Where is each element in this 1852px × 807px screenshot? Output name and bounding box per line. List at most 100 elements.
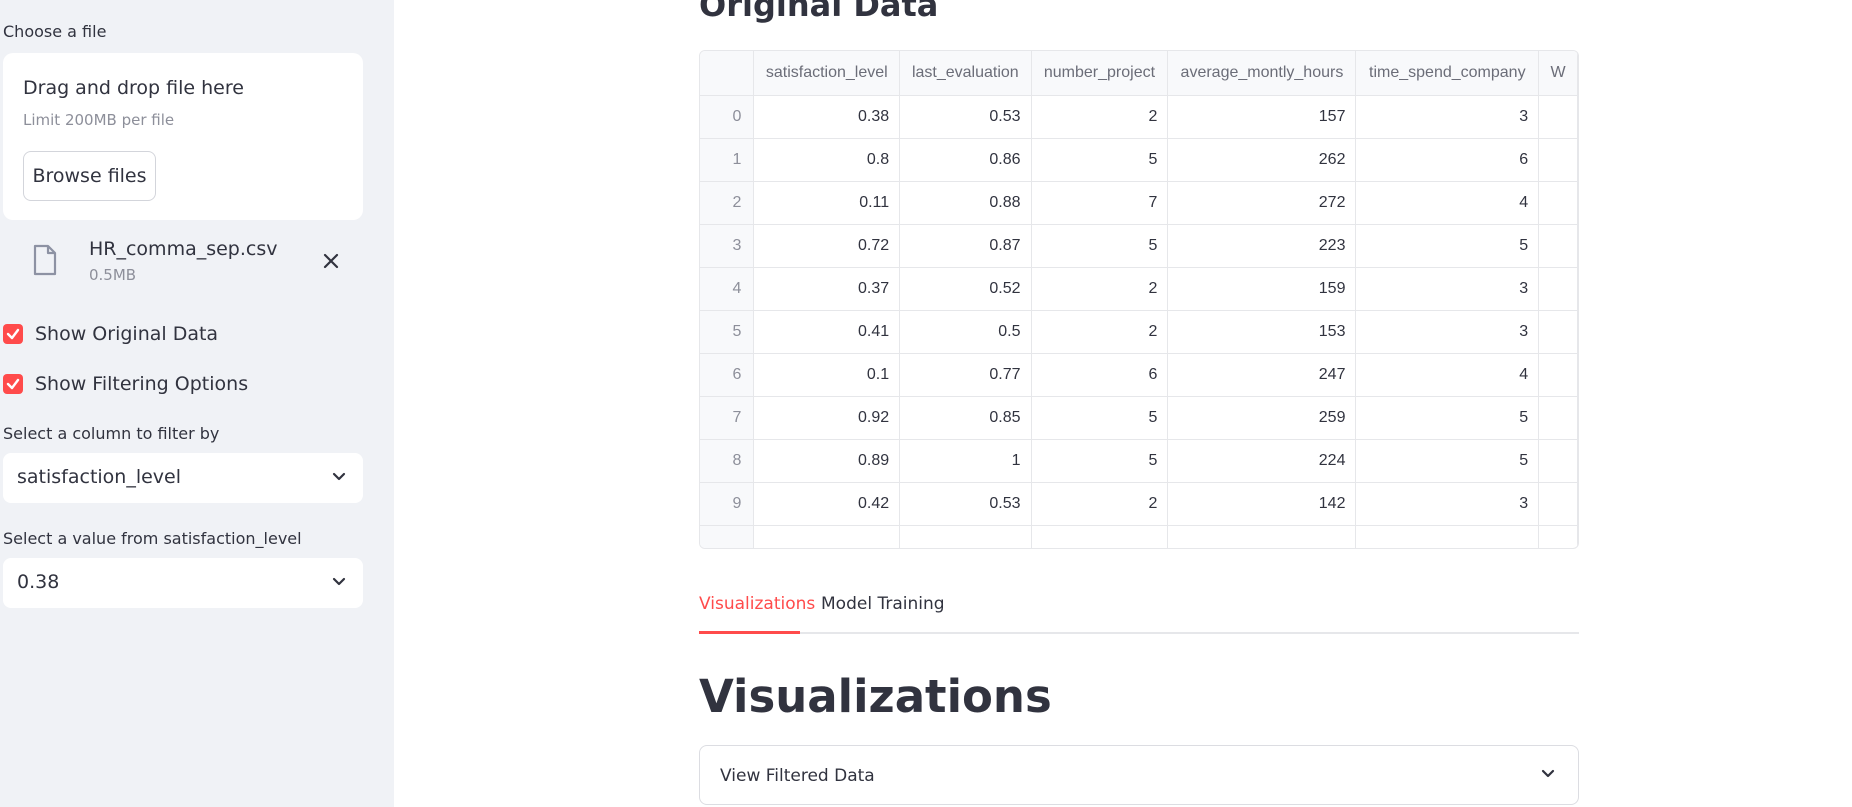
table-cell[interactable]: 0.85 xyxy=(899,396,1032,440)
table-cell[interactable]: 2 xyxy=(1031,267,1169,311)
table-row[interactable]: 6 0.1 0.77 6 247 4 xyxy=(700,353,1578,397)
row-index[interactable]: 3 xyxy=(700,224,755,268)
table-cell[interactable]: 0.77 xyxy=(899,353,1032,397)
table-cell[interactable] xyxy=(1538,482,1578,526)
table-cell[interactable] xyxy=(1355,525,1540,548)
table-cell[interactable]: 0.88 xyxy=(899,181,1032,225)
table-cell[interactable] xyxy=(1538,181,1578,225)
table-cell[interactable]: 1 xyxy=(899,439,1032,483)
row-index[interactable]: 9 xyxy=(700,482,755,526)
table-cell[interactable]: 5 xyxy=(1031,224,1169,268)
table-row[interactable]: 8 0.89 1 5 224 5 xyxy=(700,439,1578,483)
table-cell[interactable] xyxy=(1538,95,1578,139)
table-cell[interactable]: 3 xyxy=(1355,95,1540,139)
table-cell[interactable]: 3 xyxy=(1355,267,1540,311)
table-cell[interactable]: 5 xyxy=(1031,396,1169,440)
row-index[interactable]: 7 xyxy=(700,396,755,440)
table-cell[interactable]: 5 xyxy=(1355,396,1540,440)
table-cell[interactable] xyxy=(1538,310,1578,354)
table-cell[interactable]: 0.92 xyxy=(753,396,901,440)
table-cell[interactable]: 0.87 xyxy=(899,224,1032,268)
column-header[interactable]: last_evaluation xyxy=(899,51,1032,96)
table-cell[interactable]: 5 xyxy=(1031,138,1169,182)
table-row[interactable]: 1 0.8 0.86 5 262 6 xyxy=(700,138,1578,182)
table-row[interactable]: 5 0.41 0.5 2 153 3 xyxy=(700,310,1578,354)
table-cell[interactable]: 3 xyxy=(1355,310,1540,354)
table-row[interactable] xyxy=(700,525,1578,548)
table-row[interactable]: 0 0.38 0.53 2 157 3 xyxy=(700,95,1578,139)
table-cell[interactable]: 5 xyxy=(1355,439,1540,483)
table-cell[interactable]: 142 xyxy=(1167,482,1357,526)
table-cell[interactable]: 0.38 xyxy=(753,95,901,139)
tab-visualizations[interactable]: Visualizations xyxy=(699,594,815,614)
data-table[interactable]: satisfaction_level last_evaluation numbe… xyxy=(699,50,1579,549)
table-cell[interactable]: 0.53 xyxy=(899,482,1032,526)
table-cell[interactable]: 0.5 xyxy=(899,310,1032,354)
table-cell[interactable]: 0.42 xyxy=(753,482,901,526)
table-cell[interactable]: 4 xyxy=(1355,353,1540,397)
filter-value-select[interactable]: 0.38 xyxy=(3,558,363,608)
table-cell[interactable]: 224 xyxy=(1167,439,1357,483)
browse-files-button[interactable]: Browse files xyxy=(23,151,156,201)
row-index[interactable]: 5 xyxy=(700,310,755,354)
column-header[interactable]: average_montly_hours xyxy=(1167,51,1357,96)
file-dropzone[interactable]: Drag and drop file here Limit 200MB per … xyxy=(3,53,363,220)
table-cell[interactable]: 5 xyxy=(1031,439,1169,483)
filter-column-select[interactable]: satisfaction_level xyxy=(3,453,363,503)
table-cell[interactable]: 157 xyxy=(1167,95,1357,139)
table-cell[interactable]: 0.8 xyxy=(753,138,901,182)
table-cell[interactable] xyxy=(1538,138,1578,182)
table-cell[interactable]: 0.41 xyxy=(753,310,901,354)
table-cell[interactable]: 0.86 xyxy=(899,138,1032,182)
table-cell[interactable]: 7 xyxy=(1031,181,1169,225)
row-index[interactable]: 2 xyxy=(700,181,755,225)
table-cell[interactable] xyxy=(700,525,755,548)
table-cell[interactable]: 223 xyxy=(1167,224,1357,268)
row-index[interactable]: 6 xyxy=(700,353,755,397)
checkbox-checked-icon[interactable] xyxy=(3,374,23,394)
show-filtering-options-checkbox[interactable]: Show Filtering Options xyxy=(3,373,248,395)
table-row[interactable]: 4 0.37 0.52 2 159 3 xyxy=(700,267,1578,311)
row-index[interactable]: 4 xyxy=(700,267,755,311)
table-cell[interactable]: 4 xyxy=(1355,181,1540,225)
table-cell[interactable]: 0.72 xyxy=(753,224,901,268)
table-cell[interactable]: 0.89 xyxy=(753,439,901,483)
table-cell[interactable]: 153 xyxy=(1167,310,1357,354)
tab-model-training[interactable]: Model Training xyxy=(821,594,945,614)
view-filtered-data-expander[interactable]: View Filtered Data xyxy=(699,745,1579,805)
table-cell[interactable] xyxy=(899,525,1032,548)
column-header[interactable]: number_project xyxy=(1031,51,1169,96)
checkbox-checked-icon[interactable] xyxy=(3,324,23,344)
table-cell[interactable] xyxy=(1538,439,1578,483)
table-cell[interactable] xyxy=(1538,396,1578,440)
table-cell[interactable]: 0.52 xyxy=(899,267,1032,311)
table-cell[interactable]: 0.37 xyxy=(753,267,901,311)
row-index[interactable]: 8 xyxy=(700,439,755,483)
table-cell[interactable]: 3 xyxy=(1355,482,1540,526)
table-cell[interactable]: 159 xyxy=(1167,267,1357,311)
column-header[interactable]: satisfaction_level xyxy=(753,51,901,96)
table-row[interactable]: 2 0.11 0.88 7 272 4 xyxy=(700,181,1578,225)
table-row[interactable]: 7 0.92 0.85 5 259 5 xyxy=(700,396,1578,440)
column-header[interactable]: time_spend_company xyxy=(1355,51,1540,96)
table-cell[interactable] xyxy=(1538,525,1578,548)
table-cell[interactable]: 2 xyxy=(1031,310,1169,354)
table-cell[interactable] xyxy=(1538,267,1578,311)
table-cell[interactable]: 2 xyxy=(1031,95,1169,139)
table-cell[interactable] xyxy=(1167,525,1357,548)
table-cell[interactable]: 272 xyxy=(1167,181,1357,225)
table-cell[interactable] xyxy=(1538,353,1578,397)
show-original-data-checkbox[interactable]: Show Original Data xyxy=(3,323,218,345)
table-cell[interactable]: 0.11 xyxy=(753,181,901,225)
table-cell[interactable]: 247 xyxy=(1167,353,1357,397)
table-cell[interactable]: 5 xyxy=(1355,224,1540,268)
row-index[interactable]: 0 xyxy=(700,95,755,139)
table-cell[interactable] xyxy=(1538,224,1578,268)
table-cell[interactable] xyxy=(753,525,901,548)
table-cell[interactable]: 0.53 xyxy=(899,95,1032,139)
table-row[interactable]: 9 0.42 0.53 2 142 3 xyxy=(700,482,1578,526)
table-cell[interactable]: 262 xyxy=(1167,138,1357,182)
table-cell[interactable]: 6 xyxy=(1355,138,1540,182)
table-cell[interactable]: 0.1 xyxy=(753,353,901,397)
row-index[interactable]: 1 xyxy=(700,138,755,182)
